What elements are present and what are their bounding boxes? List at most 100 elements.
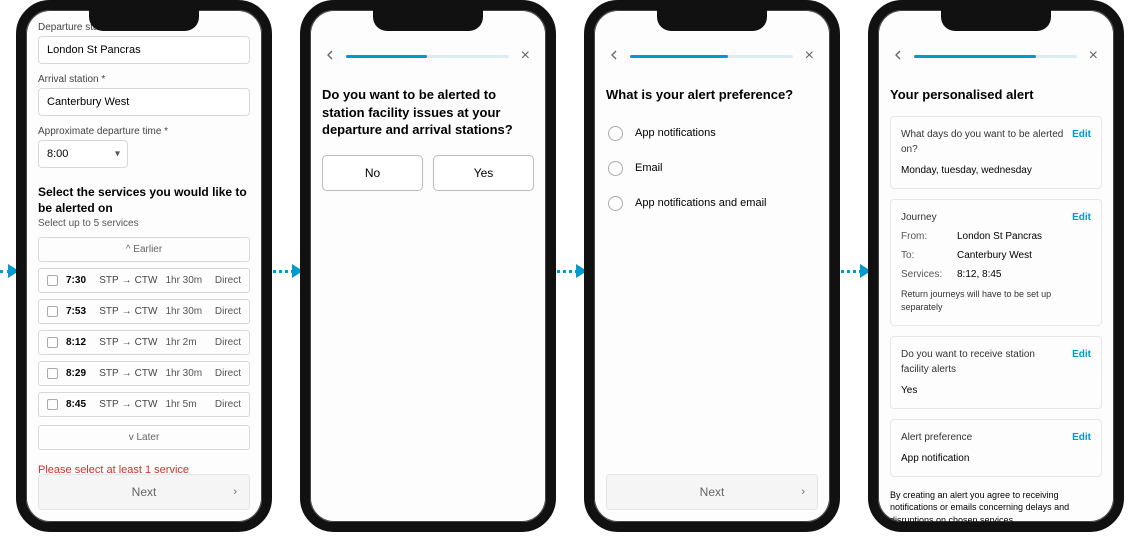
service-row[interactable]: 8:12 STP→CTW 1hr 2m Direct (38, 330, 250, 355)
service-route: STP→CTW (99, 368, 157, 379)
service-route: STP→CTW (99, 399, 157, 410)
back-button[interactable] (890, 47, 906, 66)
option-label: Email (635, 162, 663, 174)
service-route: STP→CTW (99, 337, 157, 348)
phone-1: Departure station * Arrival station * Ap… (16, 0, 272, 532)
checkbox[interactable] (47, 399, 58, 410)
service-time: 8:29 (66, 368, 91, 379)
edit-days[interactable]: Edit (1072, 127, 1091, 142)
service-row[interactable]: 8:45 STP→CTW 1hr 5m Direct (38, 392, 250, 417)
service-time: 8:12 (66, 337, 91, 348)
preference-value: App notification (901, 451, 1091, 466)
arrival-station-input[interactable] (38, 88, 250, 116)
next-button[interactable]: Next › (606, 474, 818, 510)
arrow-3-to-4 (836, 264, 871, 278)
back-button[interactable] (606, 47, 622, 66)
phone-3: × What is your alert preference? App not… (584, 0, 840, 532)
departure-station-input[interactable] (38, 36, 250, 64)
service-type: Direct (215, 368, 241, 379)
alert-preference-option[interactable]: App notifications (606, 116, 818, 151)
radio[interactable] (608, 196, 623, 211)
facility-label: Do you want to receive station facility … (901, 347, 1064, 377)
question-title: Do you want to be alerted to station fac… (322, 86, 534, 139)
journey-to: Canterbury West (957, 248, 1091, 263)
edit-facility[interactable]: Edit (1072, 347, 1091, 362)
option-label: App notifications and email (635, 197, 766, 209)
service-row[interactable]: 7:53STP→CTW1hr 30mDirect (38, 299, 250, 324)
checkbox[interactable] (47, 337, 58, 348)
arrival-label: Arrival station * (38, 74, 250, 85)
phone-2: × Do you want to be alerted to station f… (300, 0, 556, 532)
service-time: 8:45 (66, 399, 91, 410)
close-button[interactable]: × (801, 46, 818, 66)
close-button[interactable]: × (517, 46, 534, 66)
edit-preference[interactable]: Edit (1072, 430, 1091, 445)
journey-from: London St Pancras (957, 229, 1091, 244)
notch (89, 9, 199, 31)
page-title: Your personalised alert (890, 86, 1102, 104)
departure-time-value: 8:00 (47, 148, 68, 160)
back-button[interactable] (322, 47, 338, 66)
service-route: STP→CTW (99, 306, 157, 317)
progress-bar (630, 55, 793, 58)
progress-bar (346, 55, 509, 58)
journey-card: Journey Edit From:London St Pancras To:C… (890, 199, 1102, 326)
journey-services: 8:12, 8:45 (957, 267, 1091, 282)
notch (657, 9, 767, 31)
option-label: App notifications (635, 127, 716, 139)
arrow-1-to-2 (268, 264, 303, 278)
service-type: Direct (215, 399, 241, 410)
facility-value: Yes (901, 383, 1091, 398)
preference-card: Alert preference Edit App notification (890, 419, 1102, 477)
days-value: Monday, tuesday, wednesday (901, 163, 1091, 178)
arrow-right-icon: → (122, 337, 132, 348)
question-title: What is your alert preference? (606, 86, 818, 104)
checkbox[interactable] (47, 306, 58, 317)
service-time: 7:53 (66, 306, 91, 317)
arrow-right-icon: → (122, 368, 132, 379)
days-label: What days do you want to be alerted on? (901, 127, 1064, 157)
chevron-right-icon: › (801, 486, 805, 498)
service-duration: 1hr 30m (165, 275, 206, 286)
arrow-right-icon: → (122, 399, 132, 410)
service-time: 7:30 (66, 275, 91, 286)
progress-bar (914, 55, 1077, 58)
checkbox[interactable] (47, 275, 58, 286)
departure-time-select[interactable]: 8:00 ▾ (38, 140, 128, 168)
no-button[interactable]: No (322, 155, 423, 191)
chevron-right-icon: › (233, 486, 237, 498)
facility-card: Do you want to receive station facility … (890, 336, 1102, 409)
checkbox[interactable] (47, 368, 58, 379)
days-card: What days do you want to be alerted on? … (890, 116, 1102, 189)
departure-time-label: Approximate departure time * (38, 126, 250, 137)
chevron-down-icon: ▾ (115, 149, 120, 160)
phone-4: × Your personalised alert What days do y… (868, 0, 1124, 532)
service-duration: 1hr 5m (165, 399, 206, 410)
service-type: Direct (215, 275, 241, 286)
select-services-hint: Select up to 5 services (38, 218, 250, 229)
alert-preference-option[interactable]: Email (606, 151, 818, 186)
service-route: STP→CTW (99, 275, 157, 286)
arrow-right-icon: → (122, 306, 132, 317)
service-row[interactable]: 7:30 STP→CTW 1hr 30m Direct (38, 268, 250, 293)
service-duration: 1hr 2m (165, 337, 206, 348)
later-button[interactable]: v Later (38, 425, 250, 450)
next-button[interactable]: Next › (38, 474, 250, 510)
arrow-right-icon: → (122, 275, 132, 286)
close-button[interactable]: × (1085, 46, 1102, 66)
radio[interactable] (608, 161, 623, 176)
service-type: Direct (215, 337, 241, 348)
legal-text: By creating an alert you agree to receiv… (890, 489, 1102, 522)
service-duration: 1hr 30m (165, 368, 206, 379)
alert-preference-option[interactable]: App notifications and email (606, 186, 818, 221)
service-duration: 1hr 30m (165, 306, 206, 317)
notch (373, 9, 483, 31)
earlier-button[interactable]: ^ Earlier (38, 237, 250, 262)
edit-journey[interactable]: Edit (1072, 210, 1091, 225)
journey-note: Return journeys will have to be set up s… (901, 288, 1091, 315)
journey-label: Journey (901, 210, 937, 225)
service-row[interactable]: 8:29 STP→CTW 1hr 30m Direct (38, 361, 250, 386)
radio[interactable] (608, 126, 623, 141)
yes-button[interactable]: Yes (433, 155, 534, 191)
notch (941, 9, 1051, 31)
